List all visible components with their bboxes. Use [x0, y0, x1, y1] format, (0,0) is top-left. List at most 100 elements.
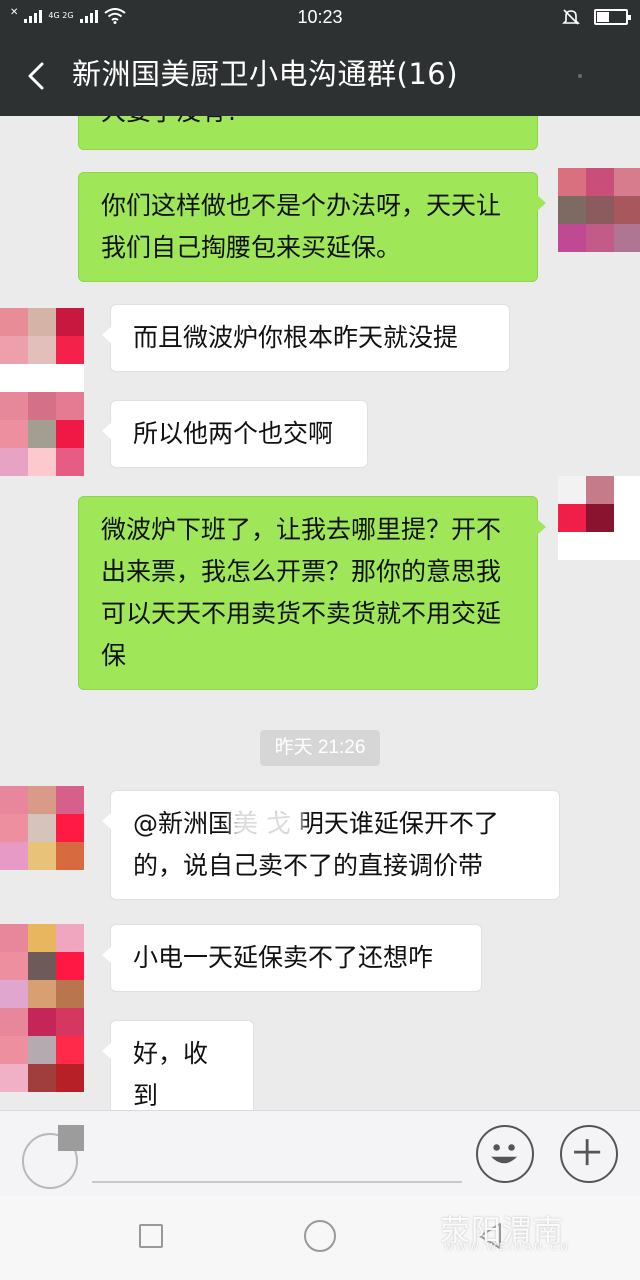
avatar-pixel [56, 364, 84, 392]
message-text: 你们这样做也不是个办法呀，天天让我们自己掏腰包来买延保。 [101, 191, 502, 262]
voice-icon[interactable] [22, 1125, 84, 1189]
avatar-pixel [0, 924, 28, 952]
avatar-pixel [0, 364, 28, 392]
avatar-pixel [614, 168, 640, 196]
avatar[interactable] [0, 1008, 84, 1092]
avatar-pixel [614, 196, 640, 224]
avatar-pixel [558, 196, 586, 224]
avatar-pixel [614, 476, 640, 504]
message-text: 大姿了没有? [101, 116, 239, 126]
avatar[interactable] [0, 786, 84, 870]
avatar[interactable] [0, 308, 84, 392]
message-input[interactable] [92, 1181, 462, 1183]
chevron-left-icon[interactable] [18, 56, 58, 96]
avatar-pixel [28, 842, 56, 870]
title-bar: 新洲国美厨卫小电沟通群(16) [0, 34, 640, 116]
avatar-pixel [586, 196, 614, 224]
avatar-pixel [0, 980, 28, 1008]
avatar-pixel [28, 980, 56, 1008]
avatar-pixel [586, 504, 614, 532]
menu-dot-icon[interactable] [578, 74, 582, 78]
message-text: 而且微波炉你根本昨天就没提 [133, 323, 459, 352]
message-bubble-incoming[interactable]: 而且微波炉你根本昨天就没提 [102, 304, 510, 372]
avatar-pixel [56, 952, 84, 980]
avatar-pixel [28, 392, 56, 420]
avatar-pixel [586, 476, 614, 504]
watermark-subtext: WWW.WEINAN.CN [444, 1242, 571, 1253]
redaction-patch [232, 806, 302, 840]
battery-icon [594, 9, 631, 25]
avatar[interactable] [0, 392, 84, 476]
smiley-icon[interactable] [476, 1125, 534, 1183]
mute-bell-icon [562, 9, 580, 25]
status-time: 10:23 [297, 7, 343, 27]
message-text: 小电一天延保卖不了还想咋 [133, 943, 434, 972]
avatar-pixel [558, 224, 586, 252]
avatar-pixel [56, 814, 84, 842]
message-text: 好，收到 [133, 1039, 209, 1110]
circle-icon[interactable] [304, 1220, 336, 1252]
avatar-pixel [28, 1036, 56, 1064]
avatar-pixel [56, 980, 84, 1008]
avatar[interactable] [0, 924, 84, 1008]
status-bar: ✕ 4G 2G 10:23 [0, 0, 640, 34]
avatar-pixel [56, 336, 84, 364]
message-text: @新洲国美 戈 明天谁延保开不了的，说自己卖不了的直接调价带 [133, 809, 499, 880]
square-icon[interactable] [139, 1224, 163, 1248]
avatar-pixel [586, 224, 614, 252]
avatar-pixel [0, 786, 28, 814]
avatar-pixel [28, 448, 56, 476]
avatar-pixel [28, 308, 56, 336]
avatar-pixel [0, 1036, 28, 1064]
avatar-pixel [56, 392, 84, 420]
avatar-pixel [0, 420, 28, 448]
avatar-pixel [28, 786, 56, 814]
message-bubble-outgoing[interactable]: 你们这样做也不是个办法呀，天天让我们自己掏腰包来买延保。 [78, 172, 546, 282]
avatar-pixel [0, 842, 28, 870]
message-bubble-incoming[interactable]: 小电一天延保卖不了还想咋 [102, 924, 482, 992]
avatar-pixel [614, 224, 640, 252]
avatar-pixel [558, 532, 586, 560]
avatar-pixel [586, 532, 614, 560]
avatar-pixel [0, 952, 28, 980]
message-bubble-incoming[interactable]: @新洲国美 戈 明天谁延保开不了的，说自己卖不了的直接调价带 [102, 790, 560, 900]
avatar-pixel [558, 476, 586, 504]
input-bar [0, 1110, 640, 1196]
avatar-pixel [614, 504, 640, 532]
nav-bar: 荥阳渭南 WWW.WEINAN.CN [0, 1196, 640, 1280]
plus-icon[interactable] [560, 1125, 618, 1183]
avatar-pixel [28, 1008, 56, 1036]
message-bubble-outgoing[interactable]: 微波炉下班了，让我去哪里提？开不出来票，我怎么开票？那你的意思我可以天天不用卖货… [78, 496, 546, 690]
avatar-pixel [56, 448, 84, 476]
chat-area[interactable]: 大姿了没有? 你们这样做也不是个办法呀，天天让我们自己掏腰包来买延保。 而且微波… [0, 116, 640, 1110]
message-bubble-incoming[interactable]: 所以他两个也交啊 [102, 400, 368, 468]
avatar-pixel [56, 1064, 84, 1092]
chat-title: 新洲国美厨卫小电沟通群(16) [72, 57, 459, 91]
message-bubble-incoming[interactable]: 好，收到 [102, 1020, 254, 1110]
avatar-pixel [56, 924, 84, 952]
avatar-pixel [56, 1008, 84, 1036]
message-bubble-outgoing[interactable]: 大姿了没有? [78, 116, 538, 150]
avatar-pixel [56, 1036, 84, 1064]
avatar-pixel [586, 168, 614, 196]
avatar[interactable] [558, 476, 640, 560]
avatar-pixel [0, 1008, 28, 1036]
avatar-pixel [0, 1064, 28, 1092]
message-text: 微波炉下班了，让我去哪里提？开不出来票，我怎么开票？那你的意思我可以天天不用卖货… [101, 515, 502, 670]
avatar-pixel [28, 1064, 56, 1092]
avatar[interactable] [558, 168, 640, 252]
avatar-pixel [28, 336, 56, 364]
avatar-pixel [56, 308, 84, 336]
avatar-pixel [558, 504, 586, 532]
avatar-pixel [0, 814, 28, 842]
avatar-pixel [56, 786, 84, 814]
avatar-pixel [614, 532, 640, 560]
avatar-pixel [56, 420, 84, 448]
avatar-pixel [0, 392, 28, 420]
status-right [562, 8, 631, 26]
timestamp-label: 昨天 21:26 [260, 730, 380, 766]
avatar-pixel [558, 168, 586, 196]
avatar-pixel [28, 952, 56, 980]
message-text: 所以他两个也交啊 [133, 419, 334, 448]
avatar-pixel [0, 336, 28, 364]
